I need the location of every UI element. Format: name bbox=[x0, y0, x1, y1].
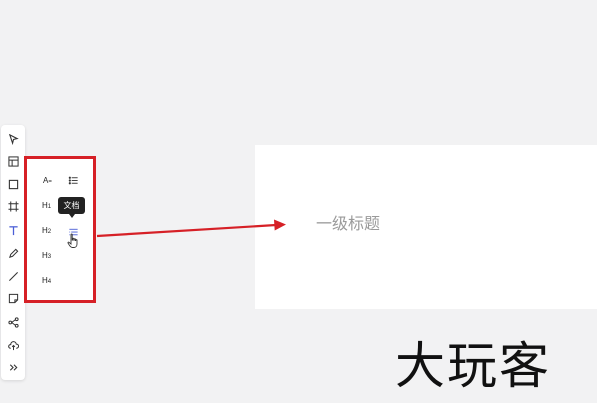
heading-2-sub: 2 bbox=[47, 229, 52, 235]
table-tool-button[interactable] bbox=[5, 153, 21, 169]
whiteboard-page: 一级标题 A= H1 H2 H3 H4 文档 大玩客 bbox=[0, 0, 597, 403]
heading-2-option[interactable]: H2 bbox=[42, 226, 51, 237]
heading-1-sub: 1 bbox=[47, 204, 52, 210]
cursor-arrow-icon bbox=[8, 133, 19, 145]
upload-tool-button[interactable] bbox=[5, 337, 21, 353]
text-body-suffix: = bbox=[48, 179, 52, 185]
text-icon bbox=[8, 225, 18, 235]
sticky-note-icon bbox=[8, 293, 18, 303]
canvas-card[interactable] bbox=[255, 145, 597, 309]
heading-1-option[interactable]: H1 bbox=[42, 201, 51, 212]
hand-pointer-icon bbox=[67, 233, 78, 248]
pen-tool-button[interactable] bbox=[5, 245, 21, 261]
watermark-logo: 大玩客 bbox=[395, 337, 551, 395]
table-icon bbox=[7, 155, 19, 167]
text-body-option[interactable]: A= bbox=[43, 176, 52, 187]
square-icon bbox=[8, 179, 18, 189]
frame-icon bbox=[7, 200, 19, 212]
list-option[interactable] bbox=[65, 172, 81, 188]
frame-tool-button[interactable] bbox=[5, 198, 21, 214]
connector-icon bbox=[7, 316, 19, 328]
heading-4-option[interactable]: H4 bbox=[42, 276, 51, 287]
heading-3-sub: 3 bbox=[47, 254, 52, 260]
line-tool-button[interactable] bbox=[5, 268, 21, 284]
document-tooltip: 文档 bbox=[58, 197, 85, 218]
text-tool-button[interactable] bbox=[5, 222, 21, 238]
more-tool-button[interactable] bbox=[5, 359, 21, 375]
heading-3-option[interactable]: H3 bbox=[42, 251, 51, 262]
upload-cloud-icon bbox=[7, 340, 19, 350]
bullet-list-icon bbox=[68, 176, 78, 184]
sticky-note-tool-button[interactable] bbox=[5, 290, 21, 306]
left-toolbar bbox=[1, 125, 25, 380]
shape-tool-button[interactable] bbox=[5, 176, 21, 192]
connector-tool-button[interactable] bbox=[5, 314, 21, 330]
heading-4-sub: 4 bbox=[47, 279, 52, 285]
text-style-panel bbox=[24, 156, 96, 303]
pen-icon bbox=[8, 248, 18, 258]
double-chevron-icon bbox=[9, 363, 17, 371]
canvas-heading-text[interactable]: 一级标题 bbox=[316, 210, 380, 234]
line-icon bbox=[8, 271, 18, 281]
select-tool-button[interactable] bbox=[5, 131, 21, 147]
